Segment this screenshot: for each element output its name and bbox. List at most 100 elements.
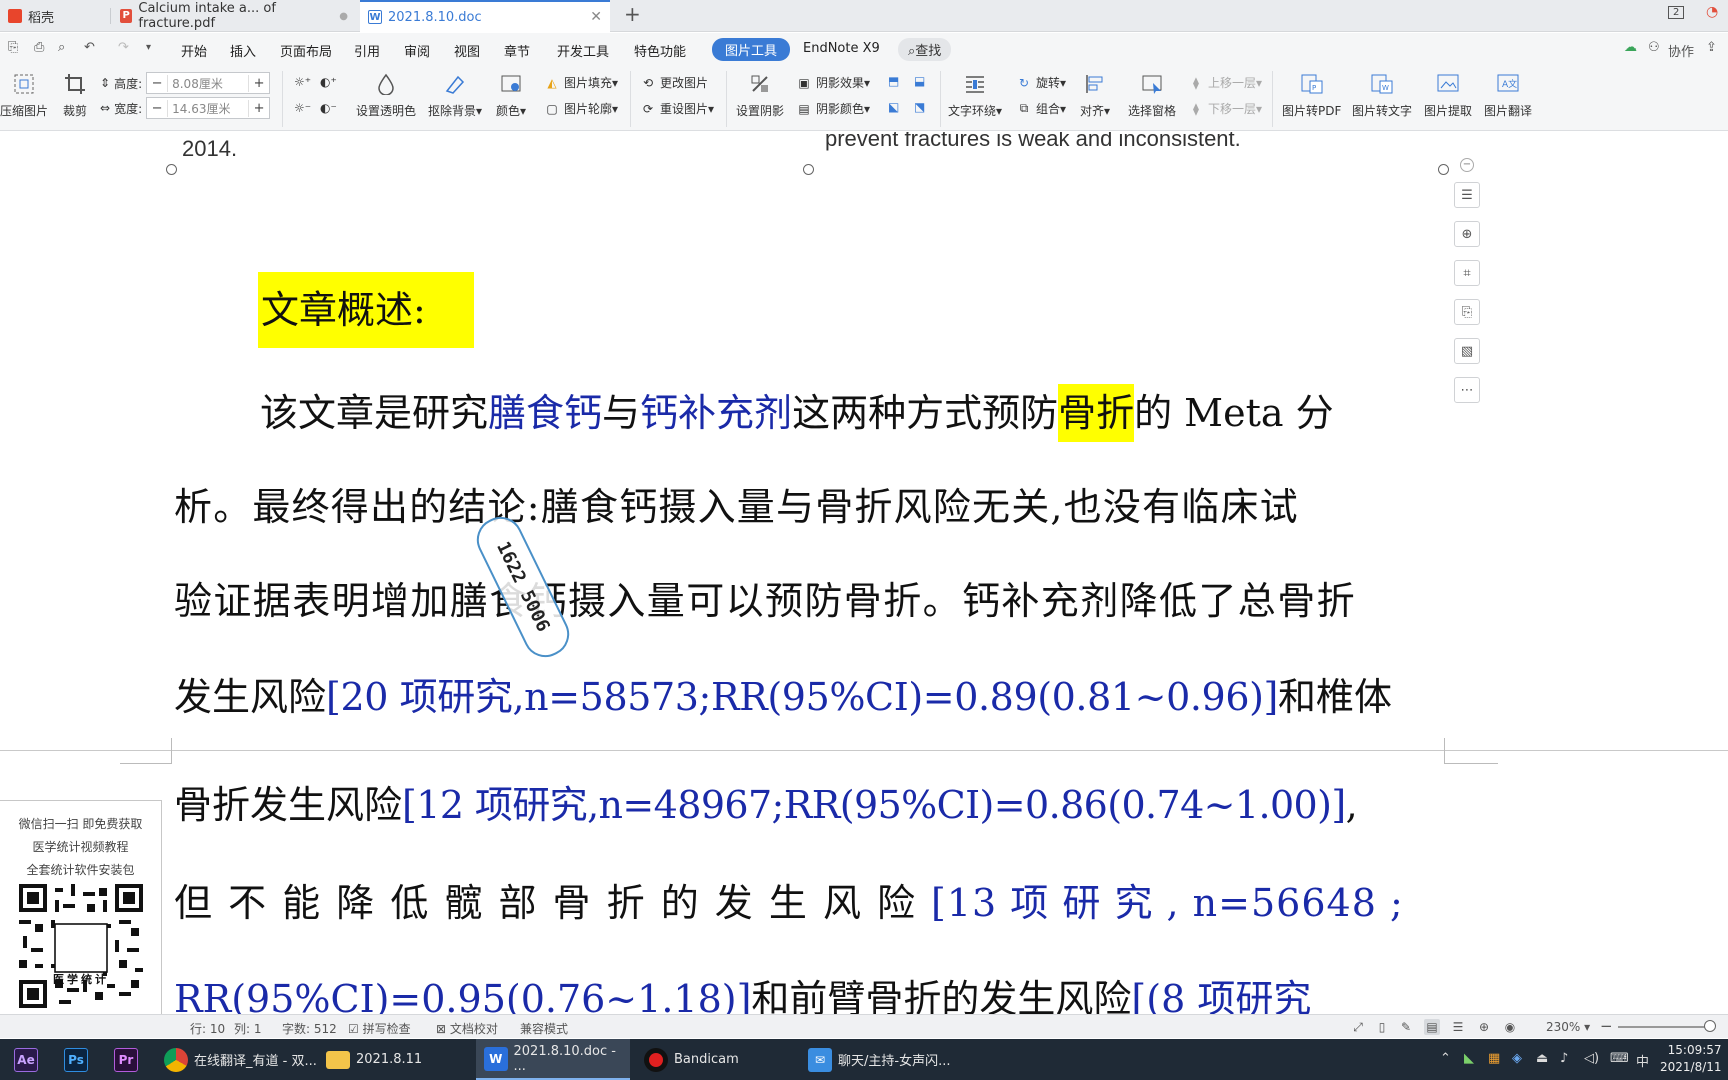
height-minus-button[interactable]: −	[147, 76, 167, 91]
crop-tool-icon[interactable]: ⌗	[1454, 260, 1480, 286]
selection-pane-button[interactable]: 选择窗格	[1128, 71, 1176, 119]
tab-pdf[interactable]: P Calcium intake a... of fracture.pdf ●	[112, 0, 356, 32]
volume-icon[interactable]: ◁)	[1584, 1051, 1599, 1066]
document-proof-button[interactable]: ⊠ 文档校对	[436, 1020, 498, 1037]
send-backward-button[interactable]: ⧫ 下移一层 ▾	[1188, 100, 1262, 117]
nudge-down-icon[interactable]: ⬓	[914, 74, 925, 88]
picture-extract-tool-icon[interactable]: ▧	[1454, 338, 1480, 364]
shadow-color-button[interactable]: ▤ 阴影颜色 ▾	[796, 100, 870, 117]
compress-picture-button[interactable]: 压缩图片	[0, 71, 48, 119]
zoom-level[interactable]: 230% ▾	[1546, 1020, 1590, 1034]
zoom-out-icon[interactable]: −	[1600, 1017, 1613, 1035]
nvidia-icon[interactable]: ◣	[1464, 1051, 1474, 1066]
fullscreen-icon[interactable]: ⤢	[1350, 1019, 1366, 1035]
picture-outline-button[interactable]: ▢ 图片轮廓 ▾	[544, 100, 618, 117]
height-plus-button[interactable]: +	[249, 76, 269, 91]
taskbar-premiere[interactable]: Pr	[114, 1039, 146, 1080]
contrast-down-icon[interactable]: ◐⁻	[320, 101, 337, 115]
align-button[interactable]: 对齐▾	[1080, 71, 1110, 119]
cloud-sync-icon[interactable]: ☁	[1624, 40, 1637, 55]
window-count-badge[interactable]: 2	[1668, 6, 1685, 19]
set-transparent-button[interactable]: 设置透明色	[356, 71, 416, 119]
more-icon[interactable]: ⋯	[1454, 377, 1480, 403]
ime-indicator[interactable]: 中	[1636, 1051, 1649, 1070]
eye-protection-icon[interactable]: ◉	[1502, 1019, 1518, 1035]
reset-picture-button[interactable]: ⟳ 重设图片 ▾	[640, 100, 714, 117]
share-icon[interactable]: ⇪	[1706, 40, 1717, 55]
shadow-effect-button[interactable]: ▣ 阴影效果 ▾	[796, 74, 870, 91]
zoom-icon[interactable]: ⊕	[1454, 221, 1480, 247]
tray-app-icon[interactable]: ◈	[1512, 1051, 1522, 1066]
width-minus-button[interactable]: −	[147, 101, 167, 116]
menu-home[interactable]: 开始	[181, 41, 207, 60]
bring-forward-button[interactable]: ⧫ 上移一层 ▾	[1188, 74, 1262, 91]
spell-check-toggle[interactable]: ☑ 拼写检查	[348, 1020, 411, 1037]
page-view-icon[interactable]: ▤	[1424, 1019, 1440, 1035]
print-preview-icon[interactable]: ⌕	[58, 40, 65, 55]
image-resize-handle[interactable]	[803, 164, 814, 175]
picture-fill-button[interactable]: ◭ 图片填充 ▾	[544, 74, 618, 91]
width-input[interactable]: 14.63厘米	[167, 99, 250, 117]
tray-expand-icon[interactable]: ⌃	[1440, 1051, 1451, 1066]
picture-translate-button[interactable]: A文 图片翻译	[1484, 71, 1532, 119]
menu-references[interactable]: 引用	[354, 41, 380, 60]
rotate-button[interactable]: ↻ 旋转 ▾	[1016, 74, 1066, 91]
image-resize-handle[interactable]	[1438, 164, 1449, 175]
picture-extract-button[interactable]: 图片提取	[1424, 71, 1472, 119]
print-icon[interactable]: ⎙	[34, 40, 44, 55]
menu-view[interactable]: 视图	[454, 41, 480, 60]
taskbar-after-effects[interactable]: Ae	[14, 1039, 46, 1080]
format-painter-icon[interactable]: ⎘	[8, 40, 18, 55]
nudge-right-icon[interactable]: ⬔	[914, 100, 925, 114]
outline-view-icon[interactable]: ☰	[1450, 1019, 1466, 1035]
taskbar-photoshop[interactable]: Ps	[64, 1039, 96, 1080]
nudge-left-icon[interactable]: ⬕	[888, 100, 899, 114]
menu-developer[interactable]: 开发工具	[557, 41, 609, 60]
taskbar-chat[interactable]: ✉ 聊天/主持-女声闪...	[804, 1039, 972, 1080]
menu-insert[interactable]: 插入	[230, 41, 256, 60]
zoom-slider-track[interactable]	[1618, 1026, 1710, 1028]
height-input[interactable]: 8.08厘米	[167, 74, 250, 92]
quick-access-dropdown-icon[interactable]: ▾	[146, 42, 151, 53]
menu-special[interactable]: 特色功能	[634, 41, 686, 60]
contrast-up-icon[interactable]: ◐⁺	[320, 75, 337, 89]
image-resize-handle[interactable]	[166, 164, 177, 175]
clock[interactable]: 15:09:57 2021/8/11	[1660, 1042, 1722, 1076]
tab-docer[interactable]: 稻壳	[0, 0, 110, 32]
layout-options-icon[interactable]: ☰	[1454, 182, 1480, 208]
brightness-up-icon[interactable]: ☼⁺	[294, 75, 311, 89]
menu-picture-tools[interactable]: 图片工具	[712, 38, 791, 61]
close-icon[interactable]: ✕	[590, 9, 602, 25]
collapse-icon[interactable]: −	[1460, 158, 1474, 172]
change-picture-button[interactable]: ⟲ 更改图片	[640, 74, 708, 91]
qr-ad-panel[interactable]: 微信扫一扫 即免费获取 医学统计视频教程 全套统计软件安装包 医学统计	[0, 800, 162, 1018]
tab-doc[interactable]: W 2021.8.10.doc ✕	[360, 0, 610, 32]
collab-label[interactable]: 协作	[1668, 41, 1694, 60]
read-mode-icon[interactable]: ▯	[1374, 1019, 1390, 1035]
network-icon[interactable]: ⌨	[1610, 1051, 1629, 1066]
width-plus-button[interactable]: +	[249, 101, 269, 116]
microphone-icon[interactable]: ♪	[1560, 1051, 1568, 1066]
set-shadow-button[interactable]: 设置阴影	[736, 71, 784, 119]
taskbar-bandicam[interactable]: Bandicam	[640, 1039, 790, 1080]
tray-app-icon[interactable]: ▦	[1488, 1051, 1500, 1066]
undo-icon[interactable]: ↶	[84, 40, 95, 55]
text-wrap-button[interactable]: 文字环绕▾	[948, 71, 1002, 119]
menu-review[interactable]: 审阅	[404, 41, 430, 60]
color-button[interactable]: 颜色▾	[496, 71, 526, 119]
convert-icon[interactable]: ⎘	[1454, 299, 1480, 325]
menu-endnote[interactable]: EndNote X9	[803, 41, 880, 56]
word-count[interactable]: 字数: 512	[282, 1020, 337, 1037]
menu-page-layout[interactable]: 页面布局	[280, 41, 332, 60]
brightness-down-icon[interactable]: ☼⁻	[294, 101, 311, 115]
taskbar-folder[interactable]: 2021.8.11	[322, 1039, 466, 1080]
width-stepper[interactable]: ⇔ 宽度: −14.63厘米 +	[100, 97, 271, 119]
nudge-up-icon[interactable]: ⬒	[888, 74, 899, 88]
collab-icon[interactable]: ⚇	[1648, 40, 1660, 55]
height-stepper[interactable]: ⇕ 高度: −8.08厘米 +	[100, 72, 271, 94]
edit-mode-icon[interactable]: ✎	[1398, 1019, 1414, 1035]
picture-to-text-button[interactable]: W 图片转文字	[1352, 71, 1412, 119]
search-box[interactable]: ⌕查找	[898, 38, 952, 61]
taskbar-wps[interactable]: W 2021.8.10.doc - ...	[476, 1039, 630, 1080]
picture-to-pdf-button[interactable]: P 图片转PDF	[1282, 71, 1341, 119]
